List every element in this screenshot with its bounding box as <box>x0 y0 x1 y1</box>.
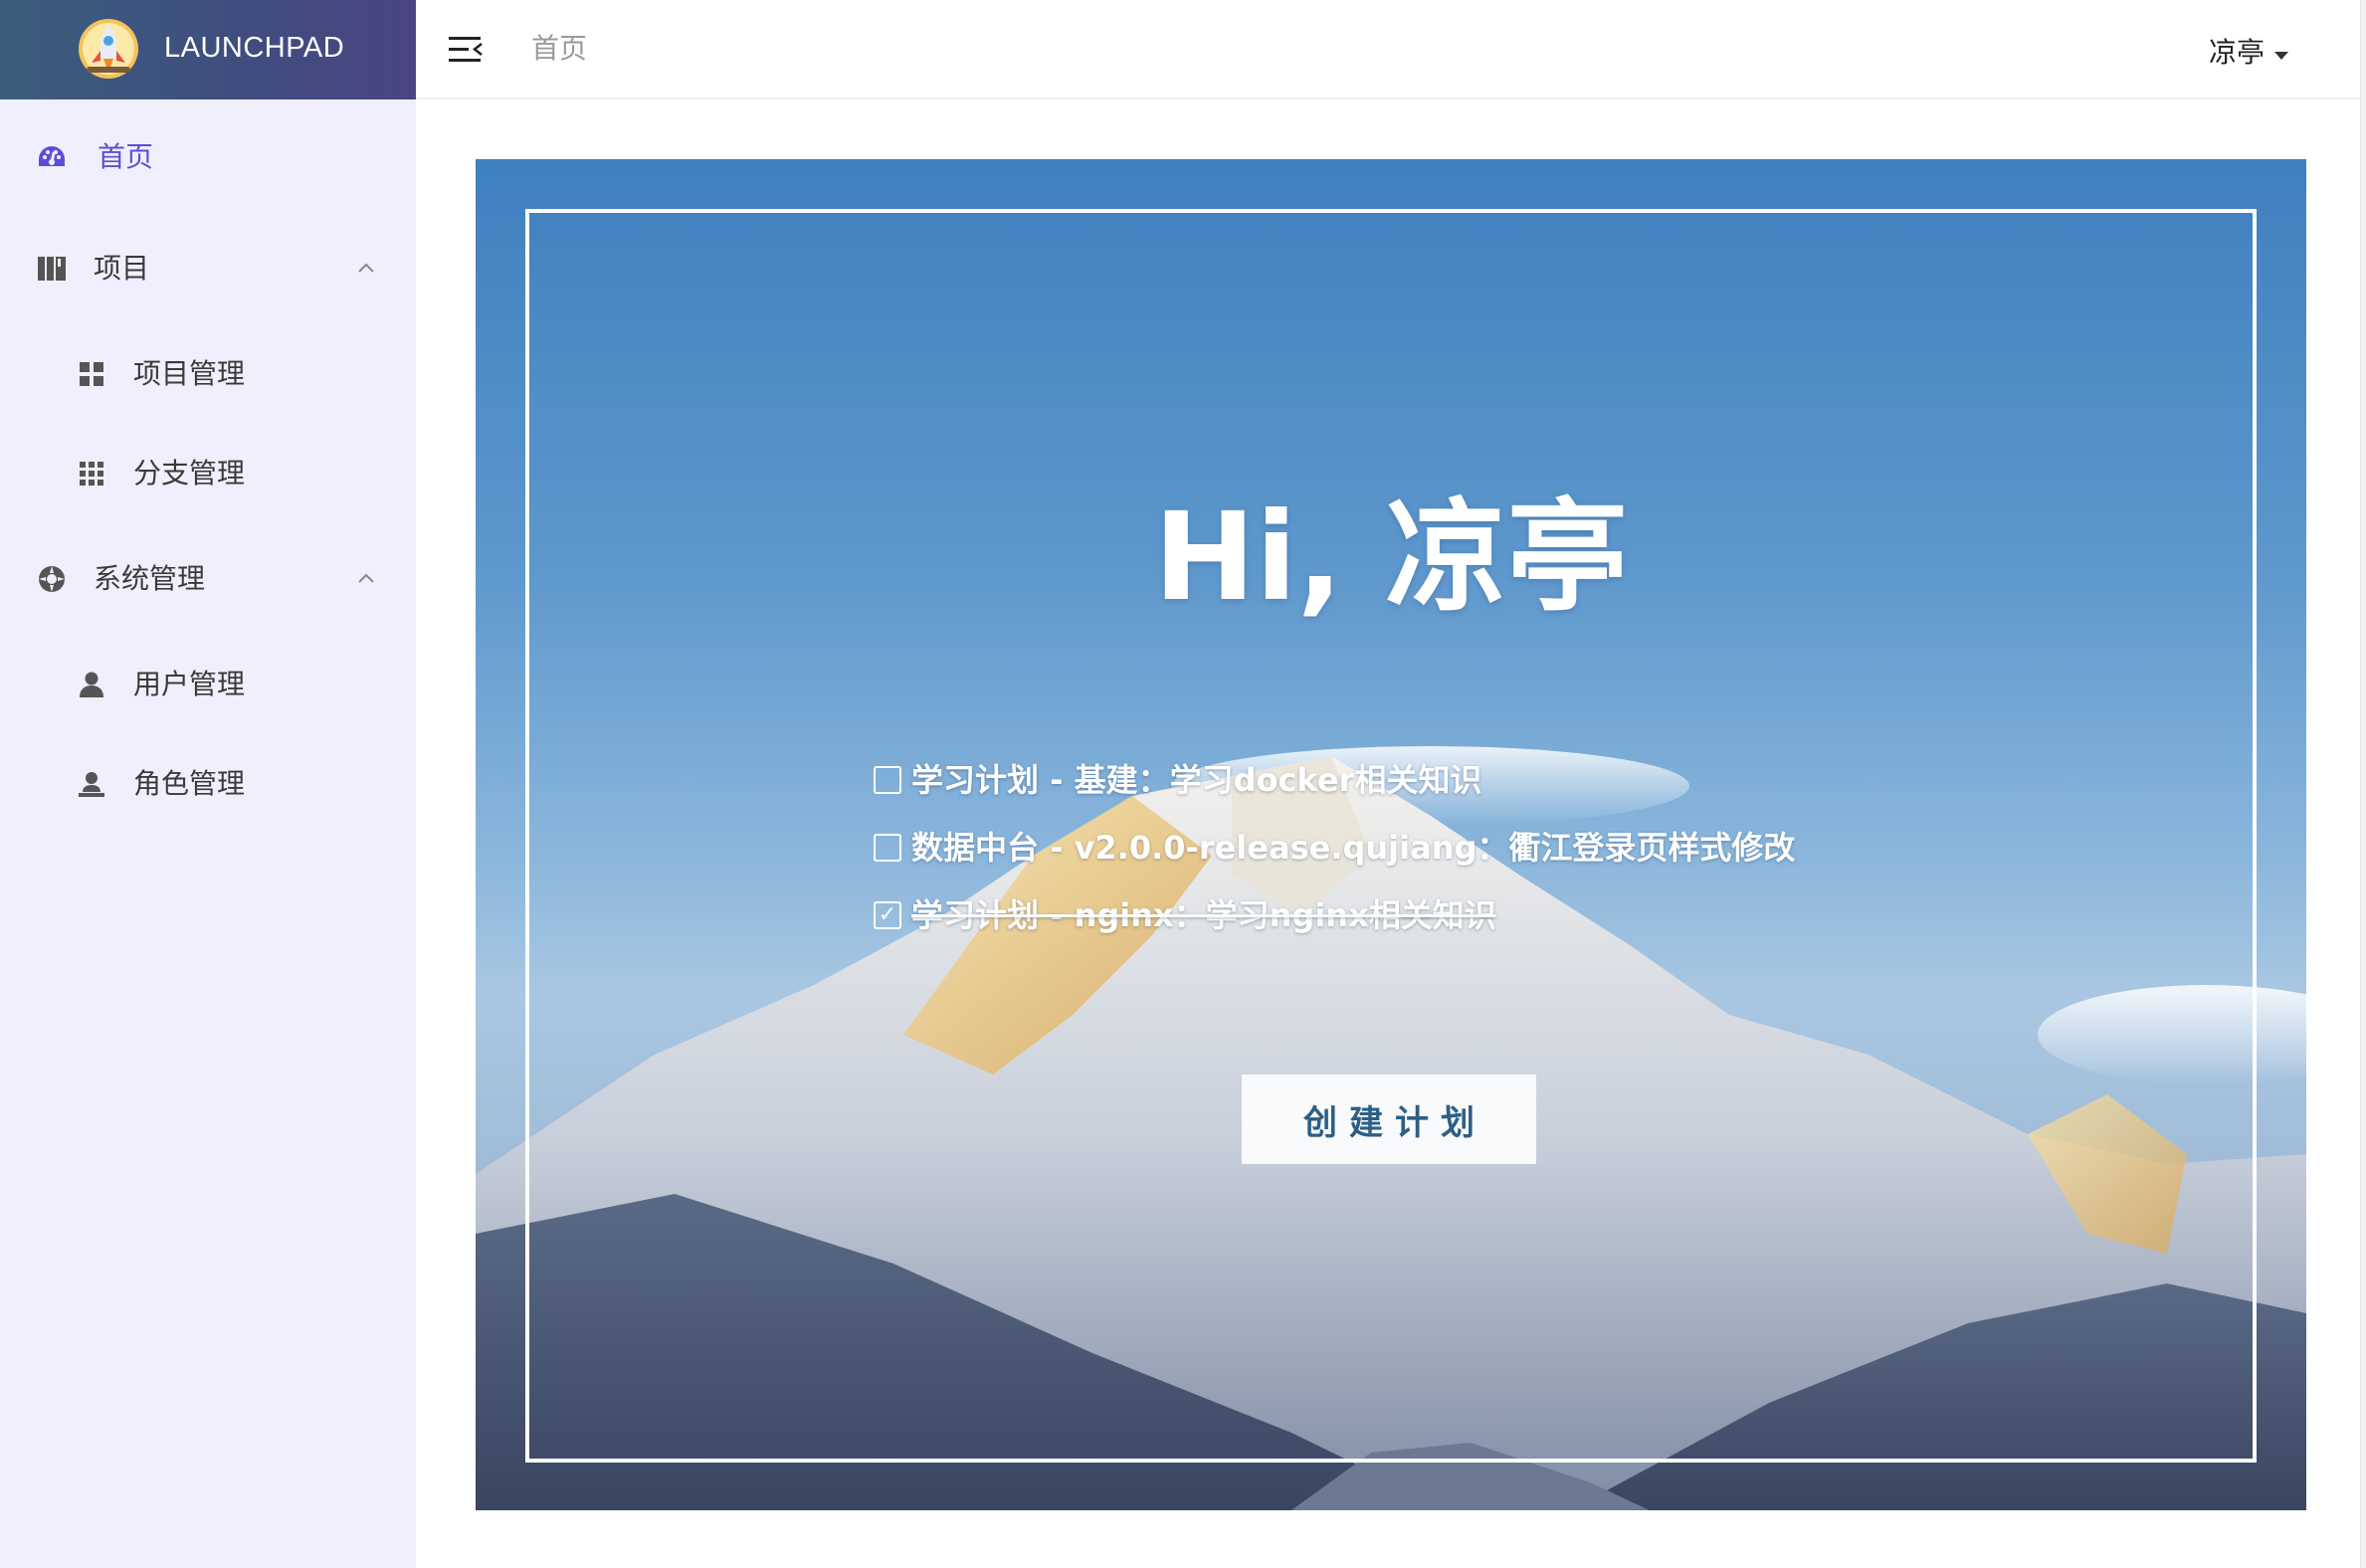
greeting-title: Hi, 凉亭 <box>1153 487 1629 628</box>
grid-icon <box>76 358 107 390</box>
chevron-up-icon <box>358 573 374 583</box>
todo-checkbox-checked[interactable]: ✓ <box>874 901 901 929</box>
sidebar-group-project[interactable]: 项目 <box>0 229 416 308</box>
sidebar-item-label: 分支管理 <box>133 457 246 490</box>
todo-item[interactable]: ✓ 学习计划 - nginx：学习nginx相关知识 <box>874 882 1795 949</box>
user-name: 凉亭 <box>2208 36 2265 69</box>
scrollbar[interactable] <box>2360 0 2366 1568</box>
todo-item[interactable]: 学习计划 - 基建：学习docker相关知识 <box>874 746 1795 814</box>
todo-item[interactable]: 数据中台 - v2.0.0-release.qujiang：衢江登录页样式修改 <box>874 814 1795 882</box>
create-plan-button[interactable]: 创建计划 <box>1242 1075 1536 1164</box>
user-icon <box>76 669 107 700</box>
todo-text: 数据中台 - v2.0.0-release.qujiang：衢江登录页样式修改 <box>911 829 1796 867</box>
app-root: LAUNCHPAD 首页 项目 项目管理 分支管理 系统管理 用户管理 角色管理… <box>0 0 2366 1568</box>
todo-list: 学习计划 - 基建：学习docker相关知识 数据中台 - v2.0.0-rel… <box>874 746 1795 949</box>
brand-bar[interactable]: LAUNCHPAD <box>0 0 416 99</box>
book-icon <box>36 253 68 285</box>
brand-name: LAUNCHPAD <box>164 32 345 64</box>
gear-wheel-icon <box>36 563 68 595</box>
sidebar-item-user-manage[interactable]: 用户管理 <box>0 645 416 724</box>
menu-fold-icon[interactable] <box>448 34 484 66</box>
sidebar-item-label: 项目 <box>94 252 150 285</box>
sidebar-item-label: 系统管理 <box>94 562 206 595</box>
rocket-icon <box>79 19 138 79</box>
chevron-up-icon <box>358 263 374 273</box>
welcome-hero: Hi, 凉亭 学习计划 - 基建：学习docker相关知识 数据中台 - v2.… <box>476 159 2306 1510</box>
todo-checkbox[interactable] <box>874 834 901 862</box>
sidebar: LAUNCHPAD 首页 项目 项目管理 分支管理 系统管理 用户管理 角色管理 <box>0 0 416 1568</box>
sidebar-group-system[interactable]: 系统管理 <box>0 539 416 619</box>
apps-icon <box>76 458 107 490</box>
user-role-icon <box>76 768 107 800</box>
sidebar-item-branch-manage[interactable]: 分支管理 <box>0 434 416 513</box>
sidebar-item-label: 项目管理 <box>133 357 246 390</box>
user-dropdown[interactable]: 凉亭 <box>2209 35 2288 71</box>
sidebar-item-label: 首页 <box>98 140 154 173</box>
sidebar-item-label: 用户管理 <box>133 668 246 700</box>
todo-text: 学习计划 - 基建：学习docker相关知识 <box>911 761 1482 799</box>
sidebar-item-home[interactable]: 首页 <box>0 117 416 197</box>
sidebar-item-role-manage[interactable]: 角色管理 <box>0 744 416 824</box>
caret-down-icon <box>2274 52 2288 60</box>
todo-text: 学习计划 - nginx：学习nginx相关知识 <box>911 896 1496 934</box>
dashboard-icon <box>36 141 68 173</box>
todo-checkbox[interactable] <box>874 766 901 794</box>
top-header: 首页 凉亭 <box>416 0 2366 99</box>
sidebar-item-label: 角色管理 <box>133 767 246 800</box>
sidebar-item-project-manage[interactable]: 项目管理 <box>0 334 416 414</box>
breadcrumb[interactable]: 首页 <box>531 31 587 67</box>
